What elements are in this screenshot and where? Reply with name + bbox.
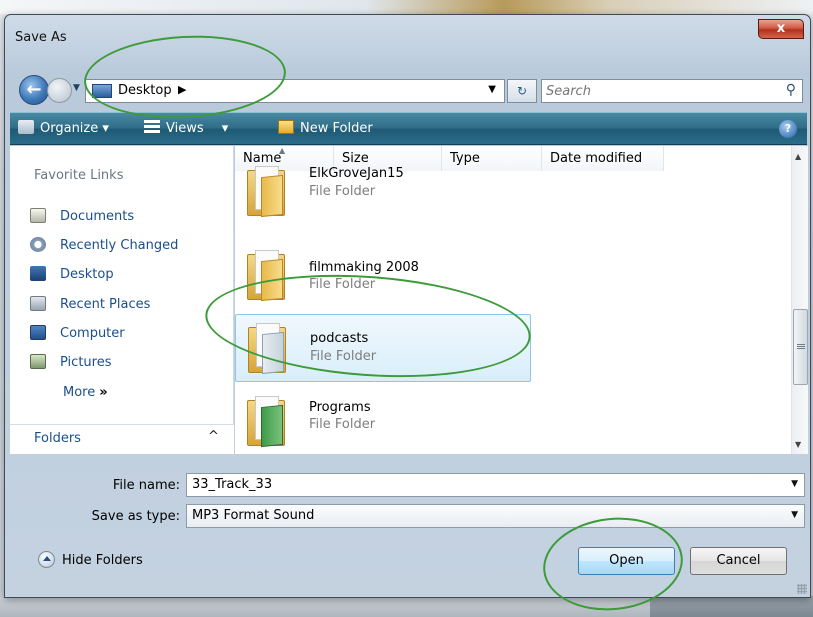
desktop-icon	[30, 266, 46, 281]
more-chevron-icon: »	[99, 385, 108, 400]
cancel-button[interactable]: Cancel	[690, 547, 787, 575]
computer-icon	[30, 325, 46, 340]
vertical-scrollbar[interactable]: ▲ ▼	[791, 146, 808, 454]
views-menu[interactable]: Views ▾	[144, 120, 228, 136]
organize-icon	[18, 120, 34, 134]
desktop-folder-icon	[92, 84, 112, 98]
chevron-up-icon: ^	[208, 429, 219, 444]
folder-icon	[247, 166, 287, 218]
close-button[interactable]: x	[758, 19, 804, 39]
nav-item-recent-places[interactable]: Recent Places	[30, 296, 150, 312]
open-button[interactable]: Open	[578, 547, 675, 575]
search-box[interactable]: ⚲	[541, 79, 803, 103]
list-item[interactable]: filmmaking 2008 File Folder	[235, 244, 535, 308]
file-name-field[interactable]: 33_Track_33 ▼	[186, 473, 805, 497]
file-name-dropdown-icon[interactable]: ▼	[791, 479, 798, 489]
back-button[interactable]: ←	[19, 75, 49, 105]
views-icon	[144, 120, 160, 134]
file-list: ▲ Name Size Type Date modified ElkGroveJ…	[235, 146, 808, 454]
new-folder-button[interactable]: New Folder	[278, 120, 373, 136]
nav-item-recently-changed[interactable]: Recently Changed	[30, 237, 178, 253]
documents-icon	[30, 208, 46, 223]
recently-changed-icon	[30, 237, 46, 252]
new-folder-icon	[278, 120, 294, 134]
list-item[interactable]: ElkGroveJan15 File Folder	[235, 166, 535, 226]
nav-item-documents[interactable]: Documents	[30, 208, 134, 224]
folder-icon	[247, 250, 287, 302]
organize-menu[interactable]: Organize ▾	[18, 120, 109, 136]
nav-item-desktop[interactable]: Desktop	[30, 266, 114, 282]
sort-ascending-icon: ▲	[279, 146, 286, 155]
background-window-top	[0, 0, 813, 14]
help-icon[interactable]: ?	[779, 120, 797, 138]
search-input[interactable]	[546, 82, 766, 100]
folders-toggle[interactable]: Folders ^	[10, 424, 234, 454]
recent-places-icon	[30, 296, 46, 311]
file-name-label: File name:	[112, 478, 180, 493]
navigation-pane: Favorite Links Documents Recently Change…	[10, 146, 234, 454]
views-dropdown-icon: ▾	[221, 121, 229, 136]
nav-item-computer[interactable]: Computer	[30, 325, 125, 341]
hide-folders-button[interactable]: Hide Folders	[38, 551, 143, 568]
scroll-up-icon[interactable]: ▲	[795, 152, 801, 161]
address-location[interactable]: Desktop	[118, 83, 172, 98]
pictures-icon	[30, 354, 46, 369]
background-taskbar	[650, 596, 813, 617]
search-icon[interactable]: ⚲	[786, 82, 796, 98]
save-as-type-label: Save as type:	[91, 509, 180, 524]
nav-item-pictures[interactable]: Pictures	[30, 354, 111, 370]
organize-dropdown-icon: ▾	[102, 121, 109, 136]
dialog-title: Save As	[15, 30, 67, 45]
folders-label: Folders	[34, 431, 81, 446]
list-item[interactable]: Programs File Folder	[235, 390, 535, 454]
more-links-button[interactable]: More»	[63, 385, 108, 400]
scroll-thumb[interactable]	[793, 309, 808, 385]
address-bar[interactable]: Desktop ▶ ▼	[85, 79, 505, 103]
collapse-up-icon	[38, 551, 55, 568]
scroll-down-icon[interactable]: ▼	[795, 440, 801, 449]
refresh-button[interactable]: ↻	[507, 79, 537, 103]
folder-icon	[247, 396, 287, 448]
podcasts-folder-icon	[248, 323, 288, 375]
forward-button[interactable]	[47, 78, 72, 103]
favorite-links-heading: Favorite Links	[34, 168, 124, 183]
command-bar: Organize ▾ Views ▾ New Folder ?	[10, 112, 807, 145]
chevron-down-icon[interactable]: ▼	[791, 510, 798, 520]
resize-grip[interactable]	[797, 584, 807, 594]
address-dropdown-icon[interactable]: ▼	[488, 84, 496, 95]
save-as-dialog: Save As x ← ▼ Desktop ▶ ▼ ↻ ⚲ Organize ▾…	[4, 14, 811, 598]
column-header-date-modified[interactable]: Date modified	[542, 146, 664, 171]
save-as-type-select[interactable]: MP3 Format Sound ▼	[186, 504, 805, 528]
recent-pages-dropdown-icon[interactable]: ▼	[73, 83, 80, 93]
breadcrumb-chevron-icon[interactable]: ▶	[178, 83, 186, 96]
list-item-selected[interactable]: podcasts File Folder	[235, 314, 531, 382]
